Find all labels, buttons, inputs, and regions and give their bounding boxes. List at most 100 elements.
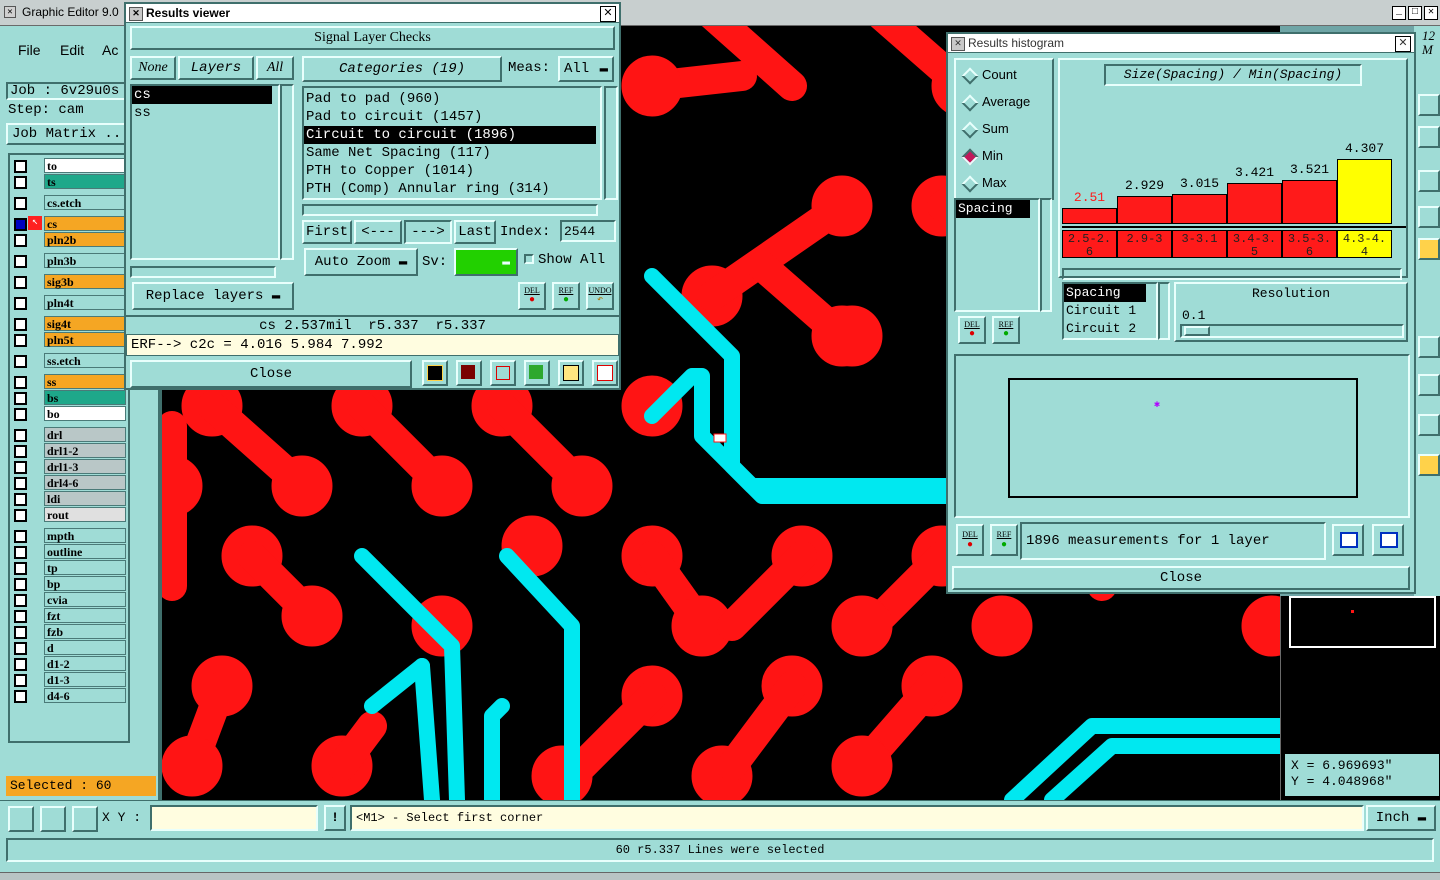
layer-checkbox[interactable]: [14, 234, 27, 247]
histogram-detail-scrollbar[interactable]: [1158, 282, 1170, 340]
xy-input[interactable]: [150, 805, 318, 831]
hist-del-button-top[interactable]: DEL ●: [958, 316, 986, 344]
rv-tool-icon-3[interactable]: [490, 360, 516, 386]
histogram-bucket-range[interactable]: 3-3.1: [1172, 230, 1227, 258]
histogram-close-icon[interactable]: ✕: [1395, 36, 1411, 52]
tool-icon-7[interactable]: [1418, 374, 1440, 396]
rv-category-item[interactable]: Circuit to circuit (1896): [304, 126, 596, 144]
layer-checkbox[interactable]: [14, 429, 27, 442]
rv-meas-dropdown[interactable]: All ▬: [558, 56, 614, 82]
layer-checkbox[interactable]: [14, 160, 27, 173]
rv-tool-icon-5[interactable]: [558, 360, 584, 386]
layer-checkbox[interactable]: [14, 546, 27, 559]
layer-checkbox[interactable]: [14, 392, 27, 405]
rv-category-scrollbar[interactable]: [604, 86, 618, 200]
layer-checkbox[interactable]: [14, 477, 27, 490]
layer-row-drl4-6[interactable]: drl4-6: [10, 475, 128, 490]
hist-ref-button-top[interactable]: REF ●: [992, 316, 1020, 344]
layer-checkbox[interactable]: [14, 218, 27, 231]
layer-row-pln5t[interactable]: pln5t: [10, 332, 128, 347]
rv-layer-item[interactable]: cs: [132, 86, 272, 104]
minimap-frame[interactable]: [1289, 596, 1436, 648]
hist-ref-button[interactable]: REF ●: [990, 524, 1018, 556]
rv-tool-icon-1[interactable]: [422, 360, 448, 386]
rv-layers-button[interactable]: Layers: [178, 56, 254, 80]
histogram-bar[interactable]: [1337, 159, 1392, 224]
layer-row-drl1-2[interactable]: drl1-2: [10, 443, 128, 458]
tool-icon-9[interactable]: [1418, 454, 1440, 476]
layer-row-pln3b[interactable]: pln3b: [10, 253, 128, 268]
tool-icon-1[interactable]: [1418, 94, 1440, 116]
layer-row-cs[interactable]: ↖ cs: [10, 216, 128, 231]
layer-checkbox[interactable]: [14, 461, 27, 474]
minimize-button[interactable]: _: [1392, 6, 1406, 20]
grid-tool-icon[interactable]: [72, 806, 98, 832]
layer-row-sig4t[interactable]: sig4t: [10, 316, 128, 331]
layer-checkbox[interactable]: [14, 493, 27, 506]
rv-undo-button[interactable]: UNDO ↶: [586, 282, 614, 310]
layer-checkbox[interactable]: [14, 197, 27, 210]
rv-category-hscroll[interactable]: [302, 204, 598, 216]
histogram-attr-list[interactable]: Spacing: [954, 198, 1040, 312]
rv-show-all-checkbox[interactable]: [524, 254, 534, 264]
tool-icon-2[interactable]: [1418, 126, 1440, 148]
histogram-bar[interactable]: [1227, 183, 1282, 224]
layer-checkbox[interactable]: [14, 658, 27, 671]
menu-edit[interactable]: Edit: [60, 42, 84, 58]
layer-checkbox[interactable]: [14, 530, 27, 543]
rv-category-item[interactable]: Pad to pad (960): [304, 90, 600, 108]
rv-layer-list[interactable]: cs ss: [130, 84, 280, 260]
rv-auto-zoom-dropdown[interactable]: Auto Zoom ▬: [304, 248, 418, 276]
mode-radio-count[interactable]: Count: [958, 64, 1072, 86]
histogram-bucket-range[interactable]: 2.5-2.6: [1062, 230, 1117, 259]
layer-row-pln2b[interactable]: pln2b: [10, 232, 128, 247]
layer-row-sig3b[interactable]: sig3b: [10, 274, 128, 289]
histogram-bar[interactable]: [1172, 194, 1227, 224]
rv-tool-icon-4[interactable]: [524, 360, 550, 386]
tool-icon-6[interactable]: [1418, 336, 1440, 358]
histogram-detail-item[interactable]: Circuit 2: [1064, 320, 1156, 338]
measure-tool-icon[interactable]: [40, 806, 66, 832]
menu-actions[interactable]: Ac: [102, 42, 118, 58]
layer-checkbox[interactable]: [14, 445, 27, 458]
layer-row-rout[interactable]: rout: [10, 507, 128, 522]
layer-row-drl1-3[interactable]: drl1-3: [10, 459, 128, 474]
layer-row-ss.etch[interactable]: ss.etch: [10, 353, 128, 368]
layer-row-bo[interactable]: bo: [10, 406, 128, 421]
layer-row-cs.etch[interactable]: cs.etch: [10, 195, 128, 210]
layer-checkbox[interactable]: [14, 176, 27, 189]
rv-next-button[interactable]: --->: [404, 220, 452, 244]
resolution-slider[interactable]: [1180, 324, 1404, 338]
results-viewer-close-icon[interactable]: ✕: [600, 6, 616, 22]
snap-tool-icon[interactable]: [8, 806, 34, 832]
rv-tool-icon-2[interactable]: [456, 360, 482, 386]
rv-layer-item[interactable]: ss: [132, 104, 278, 122]
layer-row-bp[interactable]: bp: [10, 576, 128, 591]
layer-checkbox[interactable]: [14, 297, 27, 310]
layer-row-d1-2[interactable]: d1-2: [10, 656, 128, 671]
tool-icon-5[interactable]: [1418, 238, 1440, 260]
layer-row-to[interactable]: to: [10, 158, 128, 173]
layer-row-d1-3[interactable]: d1-3: [10, 672, 128, 687]
hist-zoom-icon-2[interactable]: [1372, 524, 1404, 556]
job-matrix-button[interactable]: Job Matrix ...: [6, 123, 126, 145]
layer-checkbox[interactable]: [14, 509, 27, 522]
histogram-bar[interactable]: [1282, 180, 1337, 224]
layer-row-d[interactable]: d: [10, 640, 128, 655]
layer-checkbox[interactable]: [14, 318, 27, 331]
histogram-attr-item[interactable]: Spacing: [956, 200, 1030, 218]
rv-index-input[interactable]: [560, 220, 616, 242]
histogram-detail-item[interactable]: Circuit 1: [1064, 302, 1156, 320]
rv-replace-layers-dropdown[interactable]: Replace layers ▬: [132, 282, 294, 310]
layer-row-outline[interactable]: outline: [10, 544, 128, 559]
rv-prev-button[interactable]: <---: [354, 220, 402, 244]
layer-checkbox[interactable]: [14, 255, 27, 268]
layer-row-fzb[interactable]: fzb: [10, 624, 128, 639]
layer-checkbox[interactable]: [14, 626, 27, 639]
rv-last-button[interactable]: Last: [454, 220, 496, 244]
histogram-close-button[interactable]: Close: [952, 566, 1410, 590]
histogram-bucket-range[interactable]: 3.4-3.5: [1227, 230, 1282, 259]
units-dropdown[interactable]: Inch ▬: [1366, 805, 1436, 831]
mode-radio-sum[interactable]: Sum: [958, 118, 1072, 140]
layer-checkbox[interactable]: [14, 276, 27, 289]
